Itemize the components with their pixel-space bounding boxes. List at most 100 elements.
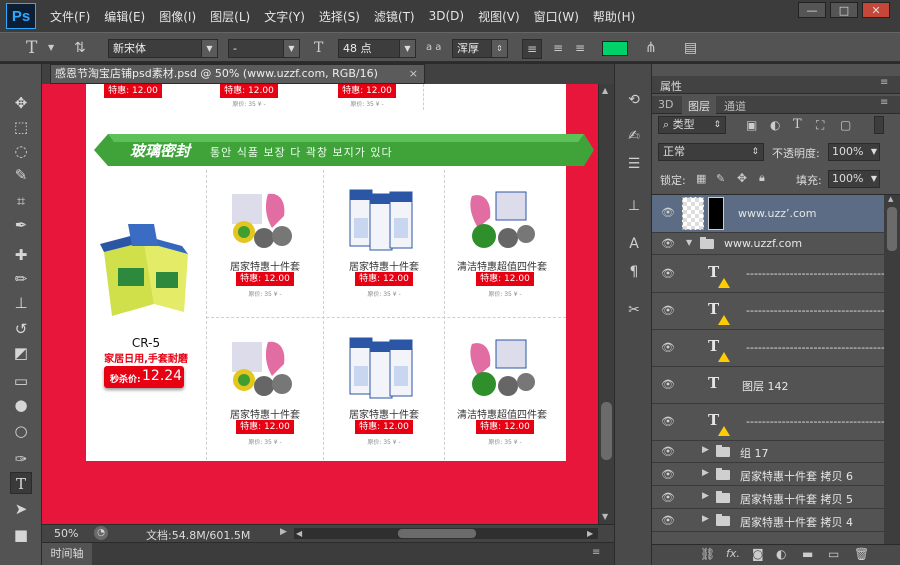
filter-type-icon[interactable]: T bbox=[793, 117, 802, 132]
quick-select-tool-icon[interactable]: ✎ bbox=[10, 164, 32, 186]
menu-file[interactable]: 文件(F) bbox=[50, 8, 90, 25]
close-tab-icon[interactable]: × bbox=[409, 65, 418, 83]
document-tab[interactable]: 感恩节淘宝店铺psd素材.psd @ 50% (www.uzzf.com, RG… bbox=[50, 64, 425, 84]
text-color-swatch[interactable] bbox=[602, 41, 628, 56]
chevron-right-icon[interactable]: ▶ bbox=[702, 468, 709, 478]
pen-tool-icon[interactable]: ✑ bbox=[10, 448, 32, 470]
panel-menu-icon[interactable]: ≡ bbox=[880, 97, 888, 108]
align-right-icon[interactable]: ≡ bbox=[570, 39, 590, 57]
menu-type[interactable]: 文字(Y) bbox=[264, 8, 305, 25]
blend-mode-select[interactable]: 正常 ⇕ bbox=[658, 143, 764, 161]
filter-pixel-icon[interactable]: ▣ bbox=[746, 118, 757, 132]
scroll-up-icon[interactable]: ▲ bbox=[602, 86, 608, 95]
rectangle-tool-icon[interactable]: ■ bbox=[10, 524, 32, 546]
eye-icon[interactable]: 👁︎ bbox=[660, 378, 676, 394]
eye-icon[interactable]: 👁︎ bbox=[660, 304, 676, 320]
layers-scrollbar[interactable]: ▲ bbox=[884, 195, 900, 544]
zoom-level[interactable]: 50% bbox=[54, 527, 78, 540]
canvas[interactable]: 特惠: 12.00 特惠: 12.00 原价: 35 ¥ - 特惠: 12.00… bbox=[42, 84, 598, 524]
font-size-select[interactable]: 48 点 ▼ bbox=[338, 39, 416, 58]
eye-icon[interactable]: 👁︎ bbox=[660, 341, 676, 357]
layer-row[interactable]: 👁︎ T -----------------------------------… bbox=[652, 256, 889, 293]
menu-window[interactable]: 窗口(W) bbox=[534, 8, 579, 25]
add-mask-icon[interactable]: ◙ bbox=[752, 547, 764, 561]
tab-3d[interactable]: 3D bbox=[658, 98, 673, 111]
layer-group-row[interactable]: 👁︎ ▶ 居家特惠十件套 拷贝 6 bbox=[652, 464, 884, 486]
healing-brush-tool-icon[interactable]: ✚ bbox=[10, 244, 32, 266]
layer-group-row[interactable]: 👁︎ ▶ 组 17 bbox=[652, 441, 884, 463]
horizontal-scroll-thumb[interactable] bbox=[398, 529, 476, 538]
warp-text-icon[interactable]: ⋔ bbox=[645, 39, 657, 57]
brush-presets-icon[interactable]: ✍ bbox=[624, 126, 644, 146]
tab-channels[interactable]: 通道 bbox=[724, 98, 746, 114]
lock-image-icon[interactable]: ✎ bbox=[716, 172, 725, 185]
status-menu-icon[interactable]: ▶ bbox=[280, 527, 287, 537]
scroll-up-icon[interactable]: ▲ bbox=[888, 195, 893, 203]
eye-icon[interactable]: 👁︎ bbox=[660, 267, 676, 283]
chevron-right-icon[interactable]: ▶ bbox=[702, 514, 709, 524]
panel-menu-icon[interactable]: ≡ bbox=[592, 547, 600, 558]
menu-select[interactable]: 选择(S) bbox=[319, 8, 360, 25]
filter-smart-object-icon[interactable]: ▢ bbox=[840, 118, 851, 132]
lock-all-icon[interactable]: 🔒︎ bbox=[759, 171, 765, 185]
menu-3d[interactable]: 3D(D) bbox=[429, 9, 464, 23]
vertical-scroll-thumb[interactable] bbox=[601, 402, 612, 460]
character-panel-icon[interactable]: ▤ bbox=[684, 39, 697, 57]
filter-shape-icon[interactable]: ⛶ bbox=[816, 118, 824, 133]
chevron-down-icon[interactable]: ▼ bbox=[686, 238, 692, 247]
layer-row[interactable]: 👁︎ T -----------------------------------… bbox=[652, 404, 889, 441]
clone-stamp-tool-icon[interactable]: ⊥ bbox=[10, 292, 32, 314]
clone-source-icon[interactable]: ⊥ bbox=[624, 196, 644, 216]
tab-layers[interactable]: 图层 bbox=[682, 96, 716, 114]
move-tool-icon[interactable]: ✥ bbox=[10, 92, 32, 114]
new-group-icon[interactable]: ▬ bbox=[802, 547, 813, 561]
new-layer-icon[interactable]: ▭ bbox=[828, 547, 839, 561]
eye-icon[interactable]: 👁︎ bbox=[660, 514, 676, 530]
scroll-left-icon[interactable]: ◀ bbox=[296, 528, 302, 539]
layer-row[interactable]: 👁︎ T -----------------------------------… bbox=[652, 330, 889, 367]
trash-icon[interactable]: 🗑︎ bbox=[854, 547, 869, 561]
layer-group-row[interactable]: 👁︎ ▼ www.uzzf.com bbox=[652, 233, 884, 255]
history-panel-icon[interactable]: ⟲ bbox=[624, 90, 644, 110]
menu-image[interactable]: 图像(I) bbox=[159, 8, 196, 25]
menu-edit[interactable]: 编辑(E) bbox=[104, 8, 145, 25]
layer-row[interactable]: 👁︎ T -----------------------------------… bbox=[652, 293, 889, 330]
menu-view[interactable]: 视图(V) bbox=[478, 8, 520, 25]
eye-icon[interactable]: 👁︎ bbox=[660, 445, 676, 461]
menu-filter[interactable]: 滤镜(T) bbox=[374, 8, 415, 25]
scroll-right-icon[interactable]: ▶ bbox=[587, 528, 593, 539]
lock-position-icon[interactable]: ✥ bbox=[737, 171, 747, 185]
minimize-button[interactable]: — bbox=[798, 2, 826, 18]
tool-presets-icon[interactable]: ✂ bbox=[624, 300, 644, 320]
filter-toggle[interactable] bbox=[874, 116, 884, 134]
layer-row[interactable]: 👁︎ www.uzz’.com bbox=[652, 195, 884, 233]
chevron-down-icon[interactable]: ▼ bbox=[48, 39, 54, 57]
layer-style-icon[interactable]: fx. bbox=[726, 547, 740, 560]
crop-tool-icon[interactable]: ⌗ bbox=[10, 190, 32, 212]
align-left-icon[interactable]: ≡ bbox=[522, 39, 542, 59]
link-layers-icon[interactable]: ⛓︎ bbox=[700, 547, 715, 561]
eye-icon[interactable]: 👁︎ bbox=[660, 237, 676, 253]
menu-help[interactable]: 帮助(H) bbox=[593, 8, 635, 25]
align-center-icon[interactable]: ≡ bbox=[548, 39, 568, 57]
eye-icon[interactable]: 👁︎ bbox=[660, 468, 676, 484]
antialias-select[interactable]: 浑厚 ⇕ bbox=[452, 39, 508, 58]
layer-group-row[interactable]: 👁︎ ▶ 居家特惠十件套 拷贝 5 bbox=[652, 487, 884, 509]
gradient-tool-icon[interactable]: ▭ bbox=[10, 370, 32, 392]
layer-row[interactable]: 👁︎ T 图层 142 bbox=[652, 367, 884, 404]
lock-transparent-icon[interactable]: ▦ bbox=[696, 172, 706, 185]
history-brush-tool-icon[interactable]: ↺ bbox=[10, 318, 32, 340]
adjustments-icon[interactable]: ☰ bbox=[624, 154, 644, 174]
brush-tool-icon[interactable]: ✏ bbox=[10, 268, 32, 290]
path-selection-tool-icon[interactable]: ➤ bbox=[10, 498, 32, 520]
font-style-select[interactable]: - ▼ bbox=[228, 39, 300, 58]
restore-button[interactable]: □ bbox=[830, 2, 858, 18]
eraser-tool-icon[interactable]: ◩ bbox=[10, 342, 32, 364]
chevron-right-icon[interactable]: ▶ bbox=[702, 445, 709, 455]
eye-icon[interactable]: 👁︎ bbox=[660, 206, 676, 222]
status-info-icon[interactable]: ◔ bbox=[94, 526, 108, 540]
eye-icon[interactable]: 👁︎ bbox=[660, 415, 676, 431]
chevron-right-icon[interactable]: ▶ bbox=[702, 491, 709, 501]
type-tool-icon[interactable]: T bbox=[10, 472, 32, 494]
vertical-scrollbar[interactable]: ▲ ▼ bbox=[598, 84, 614, 524]
